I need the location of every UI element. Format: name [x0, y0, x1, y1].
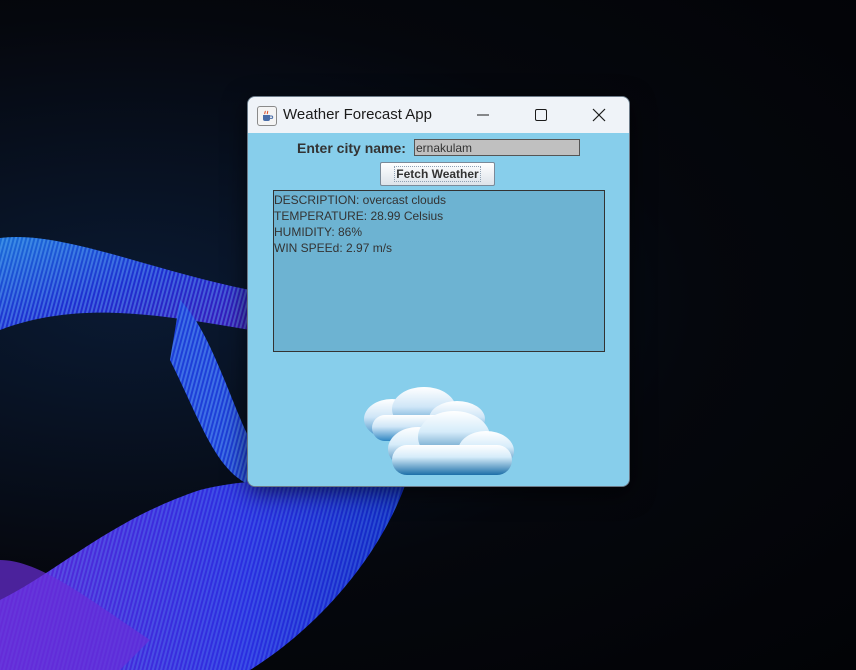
maximize-button[interactable]	[518, 97, 564, 133]
fetch-weather-button[interactable]: Fetch Weather	[380, 162, 495, 186]
minimize-icon	[477, 114, 489, 116]
content-panel: Enter city name: Fetch Weather DESCRIPTI…	[248, 133, 629, 486]
city-label: Enter city name:	[297, 140, 406, 156]
close-icon	[592, 108, 606, 122]
result-line-humidity: HUMIDITY: 86%	[274, 225, 363, 239]
result-line-wind-speed: WIN SPEEd: 2.97 m/s	[274, 241, 393, 255]
weather-result-area[interactable]: DESCRIPTION: overcast clouds TEMPERATURE…	[273, 190, 605, 352]
minimize-button[interactable]	[460, 97, 506, 133]
result-line-description: DESCRIPTION: overcast clouds	[274, 193, 447, 207]
java-coffee-cup-icon	[257, 106, 277, 126]
title-bar[interactable]: Weather Forecast App	[248, 97, 629, 133]
window-title: Weather Forecast App	[283, 106, 432, 123]
desktop: Weather Forecast App Enter city name: er…	[0, 0, 856, 670]
maximize-icon	[535, 109, 547, 121]
fetch-weather-label: Fetch Weather	[394, 166, 481, 182]
overcast-clouds-icon	[364, 387, 514, 475]
app-window: Weather Forecast App Enter city name: er…	[247, 96, 630, 487]
close-button[interactable]	[576, 97, 622, 133]
result-line-temperature: TEMPERATURE: 28.99 Celsius	[274, 209, 444, 223]
city-input[interactable]	[414, 139, 580, 156]
